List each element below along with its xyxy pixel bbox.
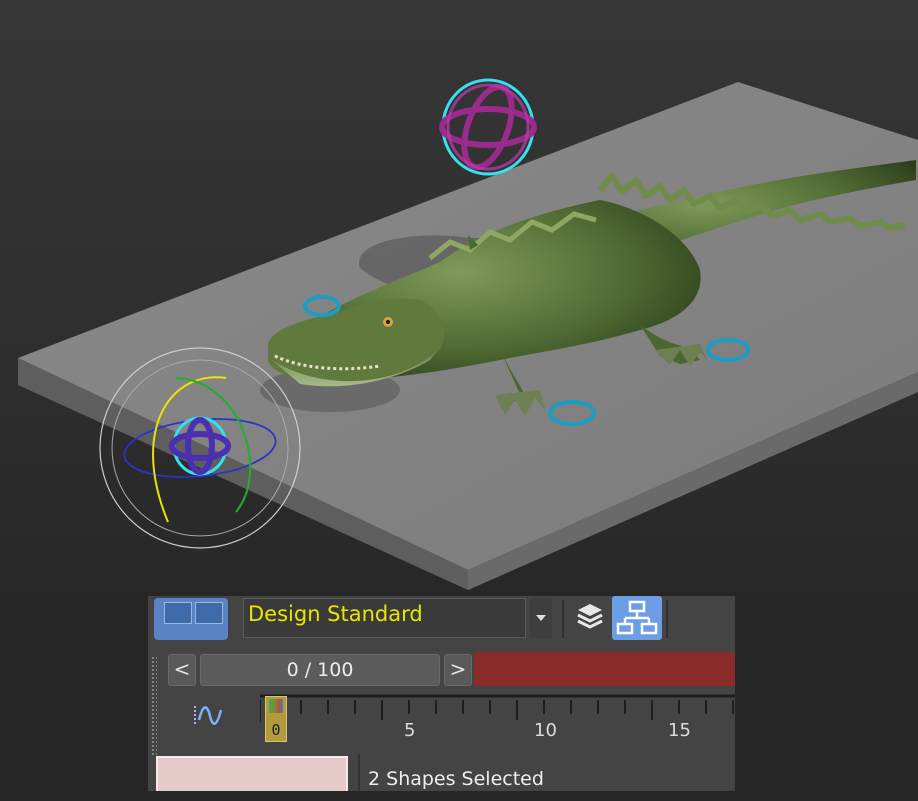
current-time-marker[interactable]: 0 (265, 696, 287, 742)
status-divider (358, 754, 360, 791)
next-frame-button[interactable]: > (444, 654, 472, 686)
key-color-stripe (269, 699, 283, 713)
scene-explorer-icon[interactable] (612, 596, 662, 640)
time-slider[interactable]: 0 / 100 (200, 654, 440, 686)
viewport-pane-left-icon (164, 602, 192, 624)
workspace-dropdown-arrow-icon[interactable] (530, 598, 552, 638)
ruler-label-5: 5 (404, 720, 416, 741)
auto-key-bar[interactable] (474, 652, 735, 686)
track-bar-ruler[interactable] (260, 692, 735, 746)
prev-frame-button[interactable]: < (168, 654, 196, 686)
panel-drag-handle[interactable] (151, 656, 157, 756)
ruler-label-10: 10 (534, 720, 557, 741)
selection-status-text: 2 Shapes Selected (368, 768, 544, 790)
workspace-selector[interactable]: Design Standard (243, 598, 526, 638)
toolbar-divider (666, 600, 668, 638)
workspace-selector-label: Design Standard (248, 602, 423, 626)
selection-color-swatch[interactable] (156, 756, 348, 791)
scene-canvas[interactable] (0, 0, 918, 592)
curve-editor-icon[interactable] (192, 702, 224, 730)
viewport-pane-right-icon (195, 602, 223, 624)
perspective-viewport[interactable] (0, 0, 918, 592)
viewport-layout-icon[interactable] (154, 598, 228, 640)
toolbar-divider (562, 600, 564, 638)
app-window: Design Standard < 0 / 100 > 5 10 15 0 2 … (0, 0, 918, 801)
ruler-label-15: 15 (668, 720, 691, 741)
bottom-ui-panel: Design Standard < 0 / 100 > 5 10 15 0 2 … (148, 596, 735, 791)
layers-icon[interactable] (576, 600, 604, 634)
current-frame-label: 0 (271, 721, 281, 739)
gimbal-control-upper[interactable] (439, 78, 537, 176)
